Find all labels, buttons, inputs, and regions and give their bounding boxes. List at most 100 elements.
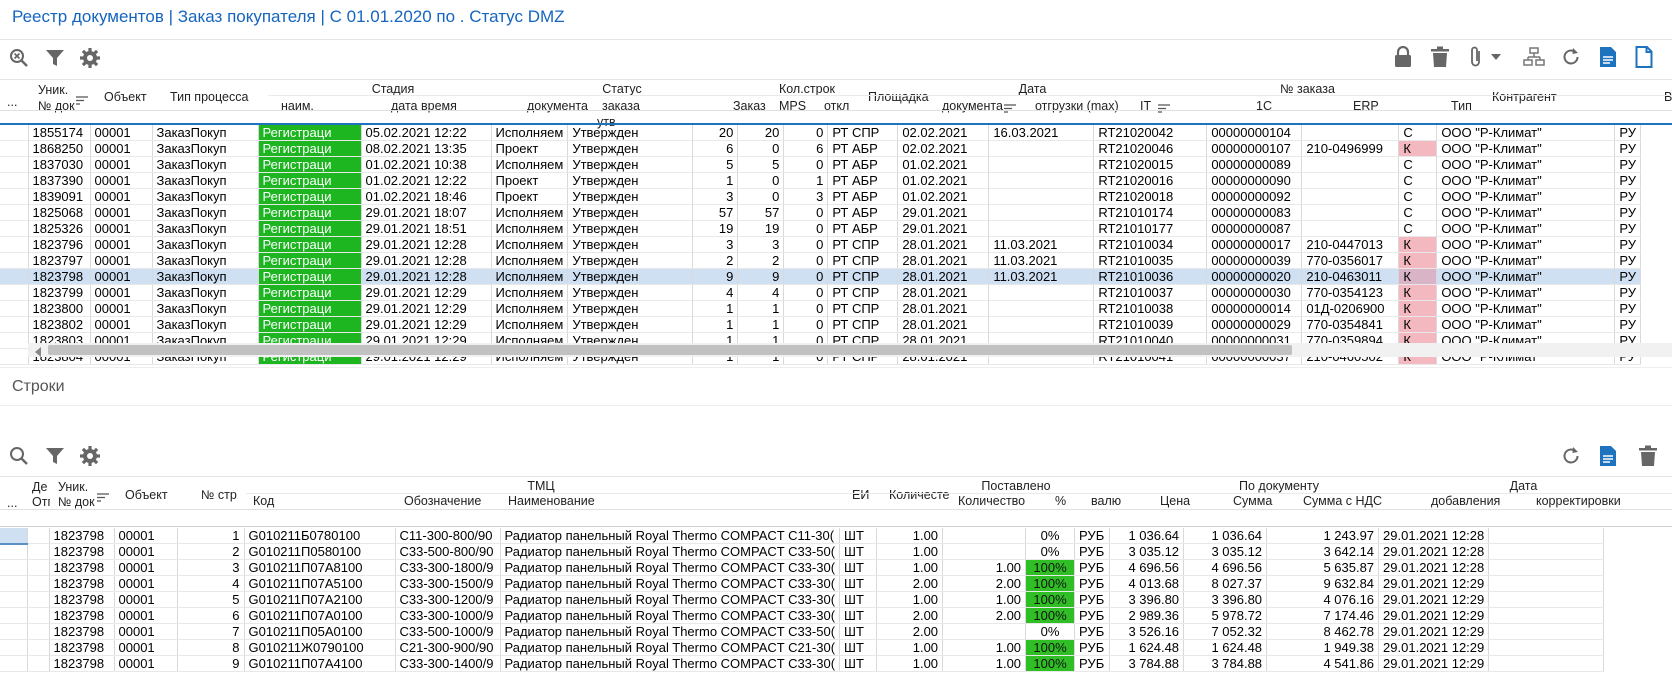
col-currency[interactable]: валю [1091, 494, 1123, 508]
cell-process-type: ЗаказПокуп [152, 172, 259, 190]
cell-order-status: Утвержден [567, 188, 694, 206]
col-sum[interactable]: Сумма [1233, 494, 1283, 508]
table-row[interactable]: 1839091 00001 ЗаказПокуп Регистраци 01.02.20… [0, 188, 1641, 206]
cell-counterparty: ООО "Р-Климат" [1436, 172, 1616, 190]
cell-counterparty: ООО "Р-Климат" [1436, 252, 1616, 270]
cell-delivered-qty [942, 528, 1027, 545]
col-delivered-pct[interactable]: % [1055, 494, 1071, 508]
divider [0, 405, 1672, 406]
cell-name: Радиатор панельный Royal Thermo COMPACT … [500, 655, 841, 673]
scrollbar-thumb[interactable] [48, 345, 1292, 355]
cell-price: 3 035.12 [1109, 543, 1185, 561]
lines-table: 1823798 00001 1 G010211Б0780100 C11-300-800/… [0, 528, 1605, 673]
cell-order-1c: 00000000017 [1206, 236, 1303, 254]
table-row[interactable]: 1823797 00001 ЗаказПокуп Регистраци 29.01.20… [0, 252, 1641, 270]
col-price[interactable]: Цена [1160, 494, 1200, 508]
lock-icon[interactable] [1392, 46, 1414, 68]
cell-unit: ШТ [839, 639, 878, 657]
cell-unit: ШТ [839, 591, 878, 609]
col-code[interactable]: Код [253, 494, 303, 508]
table-row[interactable]: 1823798 00001 8 G010211Ж0790100 C21-300-900/… [0, 639, 1605, 657]
col-date-added[interactable]: добавления [1431, 494, 1521, 508]
col-process-type[interactable]: Тип процесса [170, 90, 270, 104]
table-row[interactable]: 1825326 00001 ЗаказПокуп Регистраци 29.01.20… [0, 220, 1641, 238]
sort-icon[interactable] [1004, 101, 1016, 116]
hierarchy-icon[interactable] [1523, 46, 1545, 68]
paperclip-icon[interactable] [1465, 46, 1487, 68]
cell-id: 1823798 [49, 575, 115, 593]
col-extra[interactable]: В [1664, 90, 1672, 104]
column-menu-button[interactable]: ... [7, 95, 27, 109]
col-designation[interactable]: Обозначение [404, 494, 494, 508]
col-unit[interactable]: ЕИ [852, 488, 876, 502]
table-row[interactable]: 1823798 00001 ЗаказПокуп Регистраци 29.01.20… [0, 268, 1641, 286]
new-document-icon[interactable] [1633, 46, 1655, 68]
table-row[interactable]: 1823800 00001 ЗаказПокуп Регистраци 29.01.20… [0, 300, 1641, 318]
sort-icon[interactable] [76, 93, 88, 108]
col-date-corrected[interactable]: корректировки [1536, 494, 1636, 508]
cell-line-no: 6 [177, 607, 245, 625]
table-row[interactable]: 1825068 00001 ЗаказПокуп Регистраци 29.01.20… [0, 204, 1641, 222]
col-object[interactable]: Объект [104, 90, 159, 104]
clear-filter-icon[interactable] [8, 47, 30, 69]
table-row[interactable]: 1837390 00001 ЗаказПокуп Регистраци 01.02.20… [0, 172, 1641, 190]
table-row[interactable]: 1823798 00001 3 G010211П07A8100 C33-300-1800… [0, 559, 1605, 577]
cell-price: 4 013.68 [1109, 575, 1185, 593]
table-row[interactable]: 1823798 00001 2 G010211П0580100 C33-500-800/… [0, 543, 1605, 561]
refresh-icon[interactable] [1560, 445, 1582, 467]
cell-date-corrected [1488, 607, 1605, 625]
filter-icon[interactable] [44, 445, 66, 467]
cell-line-no: 1 [177, 528, 245, 545]
section-title: Строки [12, 378, 65, 395]
col-name[interactable]: Наименование [508, 494, 628, 508]
col-counterparty[interactable]: Контрагент [1492, 90, 1582, 104]
table-row[interactable]: 1823798 00001 6 G010211П07A0100 C33-300-1000… [0, 607, 1605, 625]
document-icon[interactable] [1597, 445, 1619, 467]
col-sum-vat[interactable]: Сумма с НДС [1303, 494, 1403, 508]
table-row[interactable]: 1823802 00001 ЗаказПокуп Регистраци 29.01.20… [0, 316, 1641, 334]
scroll-left-icon[interactable] [34, 345, 42, 360]
trash-icon[interactable] [1429, 46, 1451, 68]
cell-price: 4 696.56 [1109, 559, 1185, 577]
cell-rows-mps: 4 [737, 284, 785, 302]
cell-de [27, 559, 50, 577]
search-icon[interactable] [8, 445, 30, 467]
row-marker [0, 284, 29, 302]
sort-icon[interactable] [97, 490, 109, 505]
col-group-rows-count: Кол.строк [778, 82, 836, 96]
col-doc-num[interactable]: № док [58, 495, 98, 509]
trash-icon[interactable] [1637, 445, 1659, 467]
col-de[interactable]: Де [32, 480, 50, 494]
col-object[interactable]: Объект [125, 488, 175, 502]
sort-icon[interactable] [1158, 101, 1170, 116]
table-row[interactable]: 1837030 00001 ЗаказПокуп Регистраци 01.02.20… [0, 156, 1641, 174]
col-qty[interactable]: Количесте [889, 488, 949, 502]
col-unik[interactable]: Уник. [38, 83, 98, 97]
column-menu-button[interactable]: ... [7, 496, 27, 510]
table-row[interactable]: 1823798 00001 9 G010211П07A4100 C33-300-1400… [0, 655, 1605, 673]
document-icon[interactable] [1597, 46, 1619, 68]
table-row[interactable]: 1855174 00001 ЗаказПокуп Регистраци 05.02.20… [0, 125, 1641, 142]
col-delivered-qty[interactable]: Количество [958, 494, 1033, 508]
refresh-icon[interactable] [1560, 46, 1582, 68]
cell-rows-off: 0 [783, 268, 829, 286]
table-row[interactable]: 1823798 00001 7 G010211П05A0100 C33-500-1000… [0, 623, 1605, 641]
cell-id: 1823798 [49, 559, 115, 577]
cell-date-corrected [1488, 639, 1605, 657]
filter-icon[interactable] [44, 47, 66, 69]
table-row[interactable]: 1823796 00001 ЗаказПокуп Регистраци 29.01.20… [0, 236, 1641, 254]
table-row[interactable]: 1823798 00001 5 G010211П07A2100 C33-300-1200… [0, 591, 1605, 609]
cell-delivered-pct: 100% [1025, 575, 1076, 593]
cell-site: РТ АБР [827, 156, 899, 174]
table-row[interactable]: 1823798 00001 4 G010211П07A5100 C33-300-1500… [0, 575, 1605, 593]
col-site[interactable]: Площадка [868, 90, 932, 104]
dropdown-arrow-icon[interactable] [1489, 46, 1503, 68]
settings-icon[interactable] [79, 445, 101, 467]
table-row[interactable]: 1823798 00001 1 G010211Б0780100 C11-300-800/… [0, 528, 1605, 545]
cell-code: G010211П05A0100 [244, 623, 396, 641]
col-line-no[interactable]: № стр [201, 488, 251, 502]
col-ot[interactable]: Отг [32, 495, 50, 509]
table-row[interactable]: 1868250 00001 ЗаказПокуп Регистраци 08.02.20… [0, 140, 1641, 158]
table-row[interactable]: 1823799 00001 ЗаказПокуп Регистраци 29.01.20… [0, 284, 1641, 302]
settings-icon[interactable] [79, 47, 101, 69]
